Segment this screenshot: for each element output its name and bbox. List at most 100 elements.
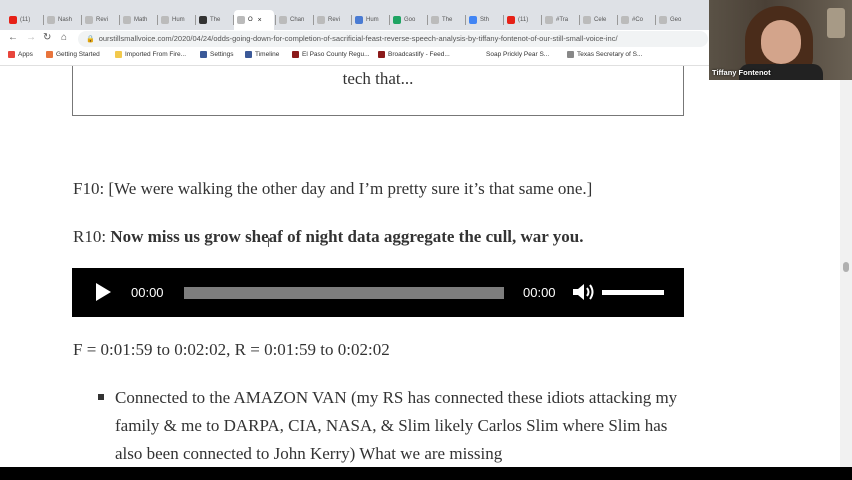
tab-10[interactable]: Goo [390, 12, 426, 28]
bookmark-label: Soap Prickly Pear S... [486, 51, 550, 58]
tab-favicon-icon [123, 16, 131, 24]
tab-9[interactable]: Hum [352, 12, 388, 28]
bookmark-label: Timeline [255, 51, 280, 58]
tab-label: Hum [366, 17, 379, 23]
quote-box: tech that... [72, 66, 684, 116]
bookmark-icon [46, 51, 53, 58]
tab-favicon-icon [199, 16, 207, 24]
tab-15[interactable]: Cele [580, 12, 616, 28]
tab-favicon-icon [393, 16, 401, 24]
bookmark-item[interactable]: Getting Started [46, 51, 100, 58]
audio-player: 00:00 00:00 [72, 268, 684, 317]
tab-close-icon[interactable]: × [258, 17, 262, 24]
back-icon[interactable]: ← [8, 32, 18, 43]
duration: 00:00 [523, 285, 556, 300]
bookmark-label: Texas Secretary of S... [577, 51, 643, 58]
bookmark-item[interactable]: Broadcastify - Feed... [378, 51, 450, 58]
bookmark-item[interactable]: Settings [200, 51, 234, 58]
volume-slider[interactable] [602, 290, 664, 295]
tab-label: #Co [632, 17, 644, 23]
text-cursor [268, 238, 269, 247]
tab-favicon-icon [507, 16, 515, 24]
forward-line-f10: F10: [We were walking the other day and … [73, 179, 593, 198]
tab-label: (11) [20, 17, 31, 23]
webcam-person-face [761, 20, 801, 64]
bookmark-item[interactable]: Apps [8, 51, 33, 58]
tab-8[interactable]: Revi [314, 12, 350, 28]
tab-label: Hum [172, 17, 185, 23]
r10-text: Now miss us grow sheaf of night data agg… [110, 227, 584, 246]
page-scrollbar[interactable] [840, 66, 852, 467]
tab-label: (11) [518, 17, 529, 23]
seek-bar[interactable] [184, 287, 504, 299]
bookmark-label: Settings [210, 51, 234, 58]
bookmark-icon [476, 51, 483, 58]
tab-favicon-icon [469, 16, 477, 24]
tab-favicon-icon [279, 16, 287, 24]
bookmark-item[interactable]: El Paso County Regu... [292, 51, 370, 58]
reverse-line-r10: R10: Now miss us grow sheaf of night dat… [73, 227, 583, 247]
r10-label: R10: [73, 227, 111, 246]
bookmark-icon [8, 51, 15, 58]
bookmark-icon [567, 51, 574, 58]
tab-4[interactable]: Hum [158, 12, 194, 28]
bookmark-label: Broadcastify - Feed... [388, 51, 450, 58]
tab-14[interactable]: #Tra [542, 12, 578, 28]
tab-favicon-icon [47, 16, 55, 24]
bookmark-label: Imported From Fire... [125, 51, 187, 58]
tab-label: Revi [328, 17, 341, 23]
tab-6[interactable]: O × [234, 10, 274, 30]
tab-12[interactable]: Sth [466, 12, 502, 28]
webcam-lamp [827, 8, 845, 38]
tab-16[interactable]: #Co [618, 12, 654, 28]
scrollbar-thumb[interactable] [843, 262, 849, 272]
bookmark-icon [115, 51, 122, 58]
tab-favicon-icon [431, 16, 439, 24]
bookmark-label: El Paso County Regu... [302, 51, 370, 58]
taskbar [0, 467, 852, 480]
bullet-text: Connected to the AMAZON VAN (my RS has c… [115, 388, 678, 463]
home-icon[interactable]: ⌂ [61, 32, 67, 43]
tab-favicon-icon [355, 16, 363, 24]
tab-label: Cele [594, 17, 607, 23]
address-bar[interactable]: 🔒 ourstillsmallvoice.com/2020/04/24/odds-… [78, 31, 708, 47]
tab-favicon-icon [621, 16, 629, 24]
tab-favicon-icon [85, 16, 93, 24]
bookmark-label: Apps [18, 51, 33, 58]
bookmark-item[interactable]: Imported From Fire... [115, 51, 186, 58]
tab-1[interactable]: Nash [44, 12, 80, 28]
bookmark-item[interactable]: Timeline [245, 51, 279, 58]
forward-icon[interactable]: → [26, 32, 36, 43]
bookmark-icon [200, 51, 207, 58]
tab-0[interactable]: (11) [6, 12, 42, 28]
tab-favicon-icon [317, 16, 325, 24]
tab-11[interactable]: The [428, 12, 464, 28]
tab-label: Geo [670, 17, 682, 23]
webcam-name-label: Tiffany Fontenot [712, 68, 771, 77]
play-icon[interactable] [96, 283, 111, 301]
lock-icon: 🔒 [86, 36, 95, 43]
tab-label: #Tra [556, 17, 569, 23]
tab-label: Sth [480, 17, 490, 23]
tab-13[interactable]: (11) [504, 12, 540, 28]
page-content: tech that... F10: [We were walking the o… [0, 66, 840, 467]
tab-3[interactable]: Math [120, 12, 156, 28]
tab-17[interactable]: Geo [656, 12, 692, 28]
bookmark-item[interactable]: Texas Secretary of S... [567, 51, 642, 58]
tab-label: Revi [96, 17, 109, 23]
tab-favicon-icon [545, 16, 553, 24]
bookmark-item[interactable]: Soap Prickly Pear S... [476, 51, 549, 58]
reload-icon[interactable]: ↻ [43, 32, 51, 43]
quote-box-text: tech that... [342, 69, 414, 88]
bookmark-label: Getting Started [56, 51, 100, 58]
tab-7[interactable]: Chan [276, 12, 312, 28]
current-time: 00:00 [131, 285, 164, 300]
tab-2[interactable]: Revi [82, 12, 118, 28]
tab-favicon-icon [237, 16, 245, 24]
tab-label: Goo [404, 17, 416, 23]
tab-label: The [442, 17, 453, 23]
tab-label: The [210, 17, 221, 23]
tab-5[interactable]: The [196, 12, 232, 28]
volume-icon[interactable] [572, 282, 596, 302]
tab-label: O [248, 17, 253, 23]
